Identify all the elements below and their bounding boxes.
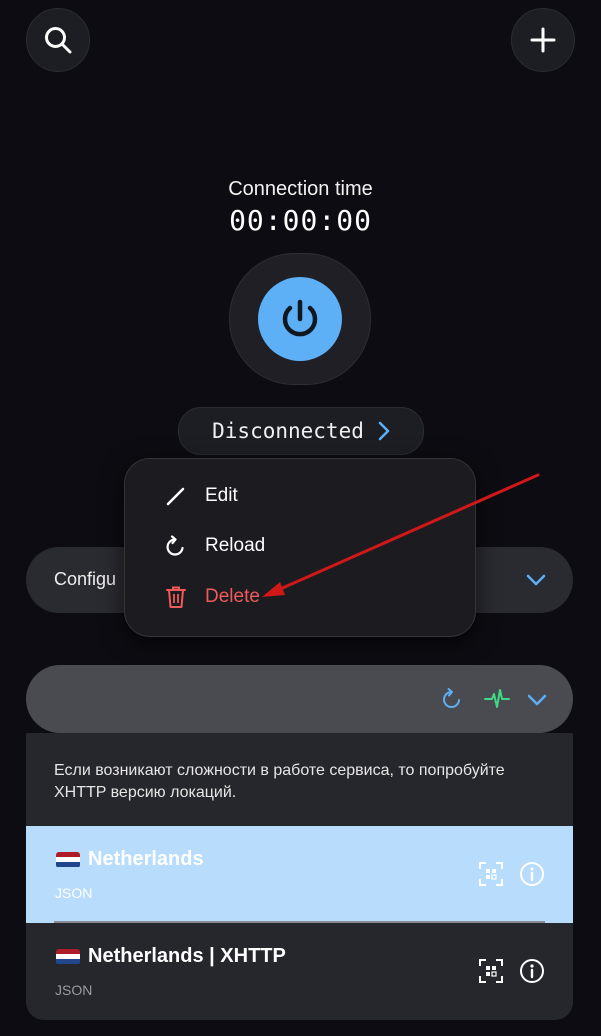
configuration-label: Configu — [54, 569, 117, 589]
location-name: Netherlands — [56, 848, 204, 871]
menu-item-label: Reload — [205, 535, 266, 556]
notice-text: Если возникают сложности в работе сервис… — [54, 762, 505, 801]
qr-code-icon[interactable] — [478, 958, 504, 984]
menu-item-edit[interactable]: Edit — [165, 485, 238, 507]
power-button[interactable] — [229, 253, 371, 385]
location-row[interactable]: Netherlands | XHTTP JSON — [26, 923, 573, 1020]
location-type: JSON — [55, 982, 93, 998]
netherlands-flag-icon — [56, 948, 80, 965]
add-button[interactable] — [511, 8, 575, 72]
connection-time-label: Connection time — [228, 178, 373, 200]
menu-item-reload[interactable]: Reload — [165, 535, 265, 557]
menu-item-label: Edit — [205, 485, 238, 506]
search-icon — [45, 27, 72, 54]
netherlands-flag-icon — [56, 851, 80, 868]
chevron-right-icon — [378, 421, 390, 441]
reload-icon — [166, 535, 184, 556]
menu-item-label: Delete — [205, 586, 260, 607]
server-group-header[interactable] — [26, 665, 573, 733]
chevron-down-icon[interactable] — [526, 689, 548, 711]
pencil-icon — [166, 487, 185, 506]
connection-status-text: Disconnected — [212, 419, 364, 443]
chevron-down-icon — [526, 574, 546, 586]
context-menu: Edit Reload Delete — [124, 458, 476, 637]
location-row-selected[interactable]: Netherlands JSON — [26, 826, 573, 923]
plus-icon — [530, 27, 556, 53]
power-icon — [282, 299, 318, 337]
location-name-text: Netherlands — [88, 848, 204, 870]
search-button[interactable] — [26, 8, 90, 72]
info-icon[interactable] — [519, 861, 545, 887]
ping-test-icon[interactable] — [484, 687, 510, 711]
menu-item-delete[interactable]: Delete — [165, 585, 260, 609]
info-icon[interactable] — [519, 958, 545, 984]
refresh-icon[interactable] — [440, 687, 464, 711]
connection-time-value: 00:00:00 — [229, 204, 372, 237]
location-type: JSON — [55, 885, 93, 901]
location-name: Netherlands | XHTTP — [56, 945, 286, 968]
qr-code-icon[interactable] — [478, 861, 504, 887]
notice-panel: Если возникают сложности в работе сервис… — [26, 733, 573, 826]
connection-status-button[interactable]: Disconnected — [178, 407, 424, 455]
location-name-text: Netherlands | XHTTP — [88, 945, 286, 967]
trash-icon — [166, 586, 186, 608]
power-button-core — [258, 277, 342, 361]
